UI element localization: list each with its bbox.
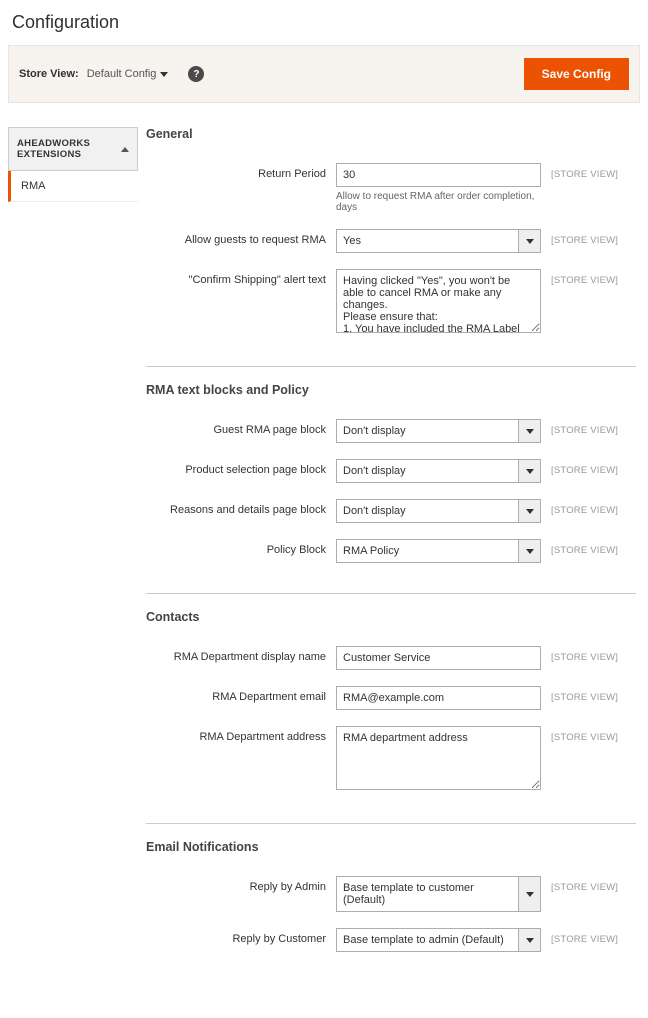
field-allow-guests: Allow guests to request RMA Yes [STORE V… [146, 229, 636, 253]
select-value: Yes [337, 230, 518, 252]
scope-label: [STORE VIEW] [551, 269, 631, 286]
section-title-general: General [146, 127, 636, 141]
chevron-down-icon [518, 540, 540, 562]
reply-customer-select[interactable]: Base template to admin (Default) [336, 928, 541, 952]
section-contacts: Contacts RMA Department display name [ST… [146, 610, 636, 824]
field-dept-address: RMA Department address RMA department ad… [146, 726, 636, 793]
section-blocks: RMA text blocks and Policy Guest RMA pag… [146, 383, 636, 594]
chevron-down-icon [160, 72, 168, 77]
field-dept-email: RMA Department email [STORE VIEW] [146, 686, 636, 710]
field-reply-admin: Reply by Admin Base template to customer… [146, 876, 636, 912]
section-email: Email Notifications Reply by Admin Base … [146, 840, 636, 982]
section-general: General Return Period Allow to request R… [146, 127, 636, 367]
page-title: Configuration [12, 12, 640, 33]
reasons-block-select[interactable]: Don't display [336, 499, 541, 523]
chevron-up-icon [121, 147, 129, 152]
field-label: Policy Block [146, 539, 326, 556]
return-period-input[interactable] [336, 163, 541, 187]
scope-label: [STORE VIEW] [551, 539, 631, 556]
confirm-alert-textarea[interactable]: Having clicked "Yes", you won't be able … [336, 269, 541, 333]
chevron-down-icon [518, 877, 540, 911]
field-label: Reply by Customer [146, 928, 326, 945]
section-title-email: Email Notifications [146, 840, 636, 854]
dept-address-textarea[interactable]: RMA department address [336, 726, 541, 790]
scope-label: [STORE VIEW] [551, 419, 631, 436]
field-reasons-block: Reasons and details page block Don't dis… [146, 499, 636, 523]
dept-email-input[interactable] [336, 686, 541, 710]
field-return-period: Return Period Allow to request RMA after… [146, 163, 636, 213]
chevron-down-icon [518, 230, 540, 252]
sidebar: AHEADWORKS EXTENSIONS RMA [8, 127, 138, 998]
field-confirm-alert: "Confirm Shipping" alert text Having cli… [146, 269, 636, 336]
chevron-down-icon [518, 420, 540, 442]
accordion-header[interactable]: AHEADWORKS EXTENSIONS [8, 127, 138, 171]
field-dept-name: RMA Department display name [STORE VIEW] [146, 646, 636, 670]
scope-label: [STORE VIEW] [551, 499, 631, 516]
reply-admin-select[interactable]: Base template to customer (Default) [336, 876, 541, 912]
field-label: "Confirm Shipping" alert text [146, 269, 326, 286]
save-button[interactable]: Save Config [524, 58, 629, 90]
field-label: RMA Department display name [146, 646, 326, 663]
chevron-down-icon [518, 460, 540, 482]
select-value: Don't display [337, 460, 518, 482]
field-policy-block: Policy Block RMA Policy [STORE VIEW] [146, 539, 636, 563]
dept-name-input[interactable] [336, 646, 541, 670]
field-label: Product selection page block [146, 459, 326, 476]
field-reply-customer: Reply by Customer Base template to admin… [146, 928, 636, 952]
scope-label: [STORE VIEW] [551, 686, 631, 703]
store-view-label: Store View: [19, 68, 79, 80]
help-icon[interactable]: ? [188, 66, 204, 82]
field-product-block: Product selection page block Don't displ… [146, 459, 636, 483]
select-value: Don't display [337, 420, 518, 442]
chevron-down-icon [518, 929, 540, 951]
field-guest-block: Guest RMA page block Don't display [STOR… [146, 419, 636, 443]
guest-block-select[interactable]: Don't display [336, 419, 541, 443]
field-label: Reasons and details page block [146, 499, 326, 516]
field-label: Return Period [146, 163, 326, 180]
policy-block-select[interactable]: RMA Policy [336, 539, 541, 563]
field-label: Reply by Admin [146, 876, 326, 893]
allow-guests-select[interactable]: Yes [336, 229, 541, 253]
toolbar: Store View: Default Config ? Save Config [8, 45, 640, 103]
scope-label: [STORE VIEW] [551, 163, 631, 180]
scope-label: [STORE VIEW] [551, 459, 631, 476]
select-value: RMA Policy [337, 540, 518, 562]
store-view-select[interactable]: Default Config [87, 68, 169, 80]
store-view-switcher: Store View: Default Config ? [19, 66, 204, 82]
section-title-blocks: RMA text blocks and Policy [146, 383, 636, 397]
product-block-select[interactable]: Don't display [336, 459, 541, 483]
field-label: RMA Department address [146, 726, 326, 743]
select-value: Don't display [337, 500, 518, 522]
accordion-label: AHEADWORKS EXTENSIONS [17, 138, 121, 160]
select-value: Base template to admin (Default) [337, 929, 518, 951]
scope-label: [STORE VIEW] [551, 229, 631, 246]
select-value: Base template to customer (Default) [337, 877, 518, 911]
scope-label: [STORE VIEW] [551, 876, 631, 893]
scope-label: [STORE VIEW] [551, 646, 631, 663]
scope-label: [STORE VIEW] [551, 928, 631, 945]
sidebar-item-rma[interactable]: RMA [8, 171, 138, 202]
chevron-down-icon [518, 500, 540, 522]
main-content: General Return Period Allow to request R… [146, 127, 640, 998]
field-label: RMA Department email [146, 686, 326, 703]
section-title-contacts: Contacts [146, 610, 636, 624]
store-view-value: Default Config [87, 68, 157, 80]
return-period-hint: Allow to request RMA after order complet… [336, 191, 541, 213]
field-label: Guest RMA page block [146, 419, 326, 436]
field-label: Allow guests to request RMA [146, 229, 326, 246]
scope-label: [STORE VIEW] [551, 726, 631, 743]
